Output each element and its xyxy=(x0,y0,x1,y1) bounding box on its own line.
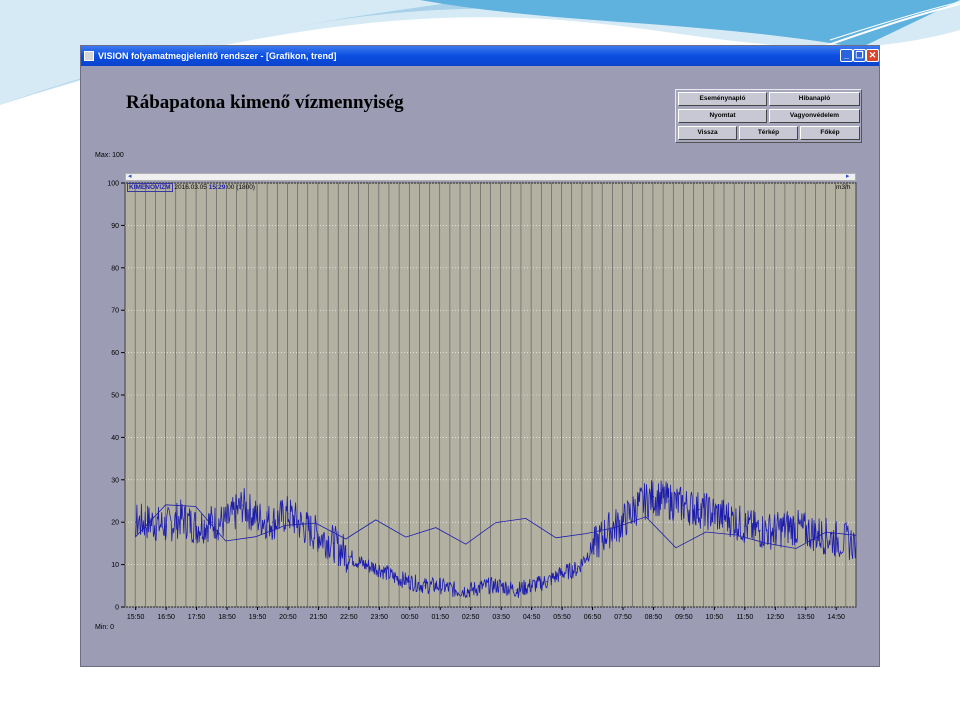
data-point xyxy=(500,585,502,587)
data-point xyxy=(454,589,457,591)
data-point xyxy=(485,585,487,587)
cursor-time: 15:29 xyxy=(208,184,226,191)
data-point xyxy=(805,530,807,532)
data-point xyxy=(668,500,670,502)
y-tick-label: 40 xyxy=(111,435,119,442)
data-point xyxy=(348,555,350,557)
data-point xyxy=(135,521,137,523)
data-point xyxy=(439,585,441,587)
unit-label: m3/h xyxy=(836,184,851,191)
x-tick-label: 11:50 xyxy=(736,614,753,621)
data-point xyxy=(607,530,609,532)
data-point xyxy=(591,547,594,549)
x-tick-label: 13:50 xyxy=(797,614,815,621)
data-point xyxy=(393,576,396,578)
data-point xyxy=(150,521,152,523)
data-point xyxy=(241,504,243,506)
x-tick-label: 07:50 xyxy=(614,614,632,621)
data-point xyxy=(302,525,304,528)
y-tick-label: 100 xyxy=(107,181,119,188)
x-tick-label: 03:50 xyxy=(492,614,510,621)
trend-chart: 0 10 20 30 40 50 60 70 80 90 100 15:50 16:50 17:50 18:… xyxy=(107,181,857,621)
data-point xyxy=(789,525,792,528)
data-point xyxy=(744,525,746,528)
data-point xyxy=(820,534,822,536)
data-point xyxy=(637,504,639,506)
y-tick-label: 30 xyxy=(111,477,119,484)
x-tick-label: 04:50 xyxy=(523,614,541,621)
data-point xyxy=(698,508,700,511)
cursor-date: 2016.03.05 xyxy=(174,184,207,191)
data-point xyxy=(835,538,837,540)
x-tick-label: 01:50 xyxy=(431,614,449,621)
x-tick-label: 15:50 xyxy=(127,614,145,621)
y-tick-label: 80 xyxy=(111,265,119,272)
data-point xyxy=(363,564,365,566)
data-point xyxy=(470,589,472,591)
y-tick-label: 20 xyxy=(111,520,119,527)
data-point xyxy=(409,580,411,583)
data-point xyxy=(683,504,685,506)
data-point xyxy=(317,534,320,536)
data-point xyxy=(195,525,198,528)
series-tag: KIMENOVIZM xyxy=(127,183,173,192)
x-tick-label: 14:50 xyxy=(827,614,845,621)
data-point xyxy=(378,568,380,570)
data-point xyxy=(728,517,731,519)
data-point xyxy=(759,530,761,532)
data-point xyxy=(652,496,655,498)
x-tick-label: 02:50 xyxy=(462,614,480,621)
data-point xyxy=(287,513,289,515)
y-tick-label: 70 xyxy=(111,308,119,315)
x-tick-label: 21:50 xyxy=(310,614,328,621)
data-point xyxy=(424,585,426,587)
x-tick-label: 10:50 xyxy=(706,614,724,621)
x-tick-label: 08:50 xyxy=(645,614,663,621)
data-point xyxy=(226,521,228,523)
y-tick-label: 60 xyxy=(111,350,119,357)
data-point xyxy=(515,589,517,591)
x-tick-label: 22:50 xyxy=(340,614,358,621)
y-tick-label: 50 xyxy=(111,393,119,400)
data-point xyxy=(531,585,533,587)
x-tick-label: 17:50 xyxy=(188,614,206,621)
x-tick-label: 06:50 xyxy=(584,614,602,621)
x-tick-label: 18:50 xyxy=(218,614,236,621)
time-span: (1800) xyxy=(236,184,255,191)
data-point xyxy=(256,517,259,519)
data-point xyxy=(333,542,335,544)
data-point xyxy=(855,534,857,536)
plot-header: KIMENOVIZM 2016.03.05 15:29:00 (1800) xyxy=(127,183,255,192)
x-tick-label: 09:50 xyxy=(675,614,693,621)
data-point xyxy=(774,530,776,532)
y-tick-label: 90 xyxy=(111,223,119,230)
x-tick-label: 00:50 xyxy=(401,614,419,621)
data-point xyxy=(855,542,857,544)
cursor-seconds: :00 xyxy=(225,184,235,191)
data-point xyxy=(272,521,274,523)
x-tick-label: 12:50 xyxy=(767,614,785,621)
x-tick-label: 19:50 xyxy=(249,614,267,621)
y-tick-label: 10 xyxy=(111,562,119,569)
data-point xyxy=(180,517,182,519)
y-tick-label: 0 xyxy=(115,605,119,612)
data-point xyxy=(576,568,578,570)
data-point xyxy=(546,580,548,583)
x-tick-label: 16:50 xyxy=(157,614,175,621)
data-point xyxy=(622,521,624,523)
x-tick-label: 23:50 xyxy=(371,614,389,621)
x-tick-label: 05:50 xyxy=(553,614,571,621)
data-point xyxy=(561,572,563,574)
x-tick-label: 20:50 xyxy=(279,614,297,621)
data-point xyxy=(211,521,213,523)
data-point xyxy=(165,525,167,528)
data-point xyxy=(713,513,715,515)
vision-app-window: VISION folyamatmegjelenítő rendszer - [G… xyxy=(80,45,880,667)
